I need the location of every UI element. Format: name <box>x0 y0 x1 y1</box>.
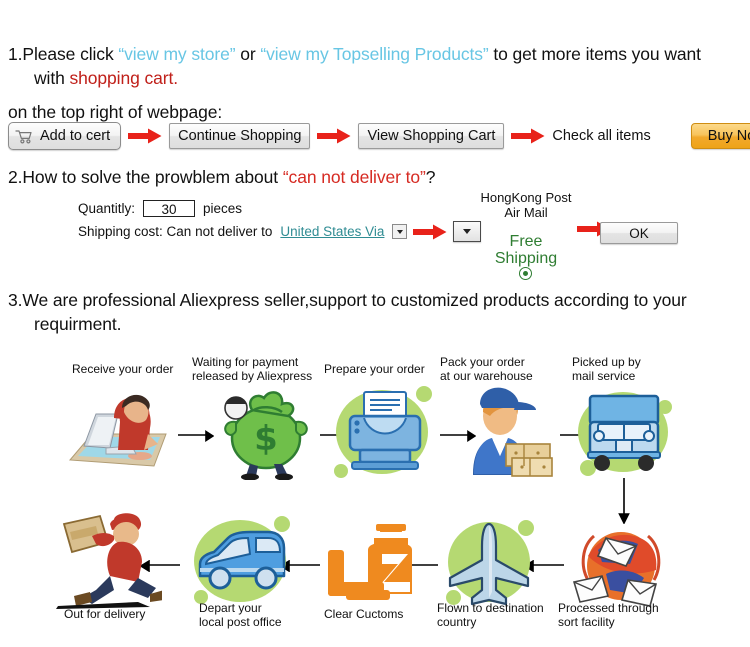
flow-label-line1: Prepare your order <box>324 362 425 376</box>
buy-now-button[interactable]: Buy Now <box>690 123 750 149</box>
country-dropdown-toggle[interactable] <box>392 224 408 239</box>
view-shopping-cart-button[interactable]: View Shopping Cart <box>358 123 505 149</box>
section-2-line-1: 2.How to solve the prowblem about “can n… <box>8 165 744 189</box>
s1-text-shopping-cart: shopping cart. <box>69 68 179 88</box>
s1-link-topselling-products[interactable]: “view my Topselling Products” <box>260 44 488 64</box>
add-to-cart-button[interactable]: Add to cert <box>8 122 122 150</box>
flow-label-line1: Flown to destination <box>437 601 544 615</box>
buy-now-label: Buy Now <box>707 128 750 144</box>
s2-text-a: 2.How to solve the prowblem about <box>8 167 283 187</box>
free-shipping-line-2: Shipping <box>494 250 558 267</box>
svg-text:$: $ <box>254 419 278 459</box>
flow-label-line2: mail service <box>572 369 636 383</box>
section-1-line-1: 1.Please click “view my store” or “view … <box>8 42 744 66</box>
shipping-method-name: HongKong Post Air Mail <box>478 190 574 220</box>
continue-shopping-label: Continue Shopping <box>178 128 302 144</box>
instruction-page: 1.Please click “view my store” or “view … <box>0 0 750 647</box>
worker-with-boxes-icon <box>452 382 560 480</box>
flow-caption-depart-your-local-post-office: Depart your local post office <box>199 601 319 629</box>
ok-label: OK <box>629 225 649 241</box>
flow-label-line2: country <box>437 615 477 629</box>
shipping-cost-row: Shipping cost: Can not deliver to United… <box>78 221 482 242</box>
red-arrow-right-icon <box>317 128 351 144</box>
red-arrow-right-icon <box>128 128 162 144</box>
pieces-label: pieces <box>203 201 243 216</box>
flow-caption-processed-through-sort-facility: Processed through sort facility <box>558 601 683 629</box>
quantity-row: Quantitly: 30 pieces <box>78 198 481 219</box>
continue-shopping-button[interactable]: Continue Shopping <box>169 123 311 149</box>
flow-label-line2: local post office <box>199 615 282 629</box>
free-shipping-label: Free Shipping <box>478 233 574 267</box>
section-1-line-2: with shopping cart. <box>34 66 744 90</box>
free-shipping-radio[interactable] <box>519 267 532 280</box>
radio-selected-icon <box>523 271 528 276</box>
airplane-icon <box>440 516 540 612</box>
add-to-cart-label: Add to cert <box>40 128 111 144</box>
s2-text-cannot-deliver: “can not deliver to” <box>282 167 426 187</box>
flow-caption-flown-to-destination-country: Flown to destination country <box>437 601 557 629</box>
flow-label-line1: Waiting for payment <box>192 355 299 369</box>
flow-caption-pack-your-order: Pack your order at our warehouse <box>440 355 558 383</box>
flow-label-line1: Processed through <box>558 601 659 615</box>
flow-label-line2: sort facility <box>558 615 615 629</box>
s1-text-c: to get more items you want <box>488 44 701 64</box>
mail-truck-icon <box>570 384 680 480</box>
section-2-heading: 2.How to solve the prowblem about “can n… <box>8 165 744 189</box>
section-3-text: 3.We are professional Aliexpress seller,… <box>8 288 744 336</box>
ok-button[interactable]: OK <box>600 222 678 244</box>
flow-caption-clear-customs: Clear Cuctoms <box>324 607 434 621</box>
section-1-text: 1.Please click “view my store” or “view … <box>8 42 744 124</box>
flow-caption-picked-up-by-mail-service: Picked up by mail service <box>572 355 682 383</box>
s1-link-view-my-store[interactable]: “view my store” <box>118 44 235 64</box>
money-bag-icon: $ <box>212 382 316 480</box>
courier-running-icon <box>52 510 162 610</box>
shopping-cart-icon <box>15 129 33 144</box>
red-arrow-right-icon <box>511 128 545 144</box>
chevron-down-icon <box>396 229 403 234</box>
flow-caption-prepare-your-order: Prepare your order <box>324 362 442 376</box>
flow-label-line1: Out for delivery <box>64 607 146 621</box>
s1-text-a: 1.Please click <box>8 44 119 64</box>
mail-sorting-globe-icon <box>568 520 674 612</box>
flow-label-line2: released by Aliexpress <box>192 369 313 383</box>
quantity-shipping-form: Quantitly: 30 pieces Shipping cost: Can … <box>78 198 482 242</box>
blue-van-icon <box>188 514 298 612</box>
flow-caption-out-for-delivery: Out for delivery <box>64 607 184 621</box>
flow-label-line1: Picked up by <box>572 355 641 369</box>
flow-caption-waiting-for-payment: Waiting for payment released by Aliexpre… <box>192 355 322 383</box>
s1-text-with: with <box>34 68 70 88</box>
section-3-line-1: 3.We are professional Aliexpress seller,… <box>8 290 687 310</box>
printer-icon <box>330 384 440 480</box>
chevron-down-icon <box>463 229 472 234</box>
red-arrow-right-icon <box>413 224 447 240</box>
check-all-items-label: Check all items <box>552 128 651 144</box>
s1-text-b: or <box>235 44 261 64</box>
flow-arrow-down-icon <box>618 478 630 524</box>
shipping-method-line-1: HongKong Post <box>480 190 572 205</box>
quantity-input[interactable]: 30 <box>143 200 196 217</box>
flow-label-line1: Receive your order <box>72 362 174 376</box>
checkout-button-row: Add to cert Continue Shopping View Shopp… <box>8 120 750 152</box>
flow-label-line1: Pack your order <box>440 355 525 369</box>
flow-label-line2: at our warehouse <box>440 369 533 383</box>
s2-text-b: ? <box>425 167 436 187</box>
flow-label-line1: Clear Cuctoms <box>324 607 404 621</box>
flow-caption-receive-your-order: Receive your order <box>72 362 187 376</box>
person-at-computer-icon <box>62 388 182 480</box>
section-3-line-2: requirment. <box>34 314 122 334</box>
order-process-flowchart: Receive your order Waiting for payment r… <box>0 352 750 647</box>
customs-officer-icon <box>320 520 420 610</box>
shipping-cost-label: Shipping cost: Can not deliver to <box>78 224 273 239</box>
quantity-label: Quantitly: <box>78 201 136 216</box>
free-shipping-line-1: Free <box>509 233 543 250</box>
flow-label-line1: Depart your <box>199 601 262 615</box>
shipping-method-line-2: Air Mail <box>504 205 548 220</box>
flow-arrow-right-icon <box>178 430 214 442</box>
view-shopping-cart-label: View Shopping Cart <box>367 128 496 144</box>
country-select-value[interactable]: United States Via <box>280 224 384 239</box>
